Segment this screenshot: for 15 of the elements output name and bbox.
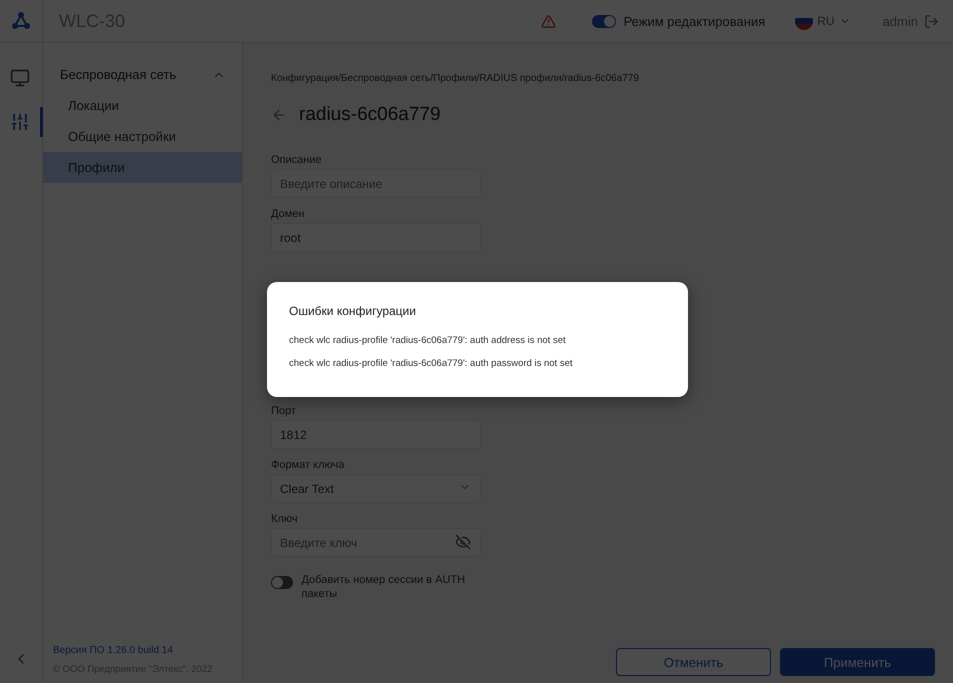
sidebar-item[interactable]: Локации — [43, 90, 242, 121]
page-title: radius-6c06a779 — [299, 104, 441, 126]
field-label: Ключ — [271, 513, 299, 525]
toggle-label: Добавить номер сессии в AUTH пакеты — [301, 573, 466, 601]
field-label: Порт — [271, 405, 297, 417]
field-label: Формат ключа — [271, 459, 346, 471]
edit-mode-label: Режим редактирования — [624, 14, 766, 28]
version-text: Версия ПО 1.26.0 build 14 — [53, 645, 174, 656]
dialog-title: Ошибки конфигурации — [289, 304, 417, 318]
field-label: Домен — [271, 208, 306, 220]
breadcrumb: Конфигурация/Беспроводная сеть/Профили/RADIUS профили/radius-6c06a779 — [271, 73, 640, 84]
error-message: check wlc radius-profile 'radius-6c06a779': auth password is not set — [289, 358, 574, 369]
field-label: Описание — [271, 154, 323, 166]
error-message: check wlc radius-profile 'radius-6c06a779': auth address is not set — [289, 335, 567, 346]
sidebar-item[interactable]: Общие настройки — [43, 121, 242, 152]
